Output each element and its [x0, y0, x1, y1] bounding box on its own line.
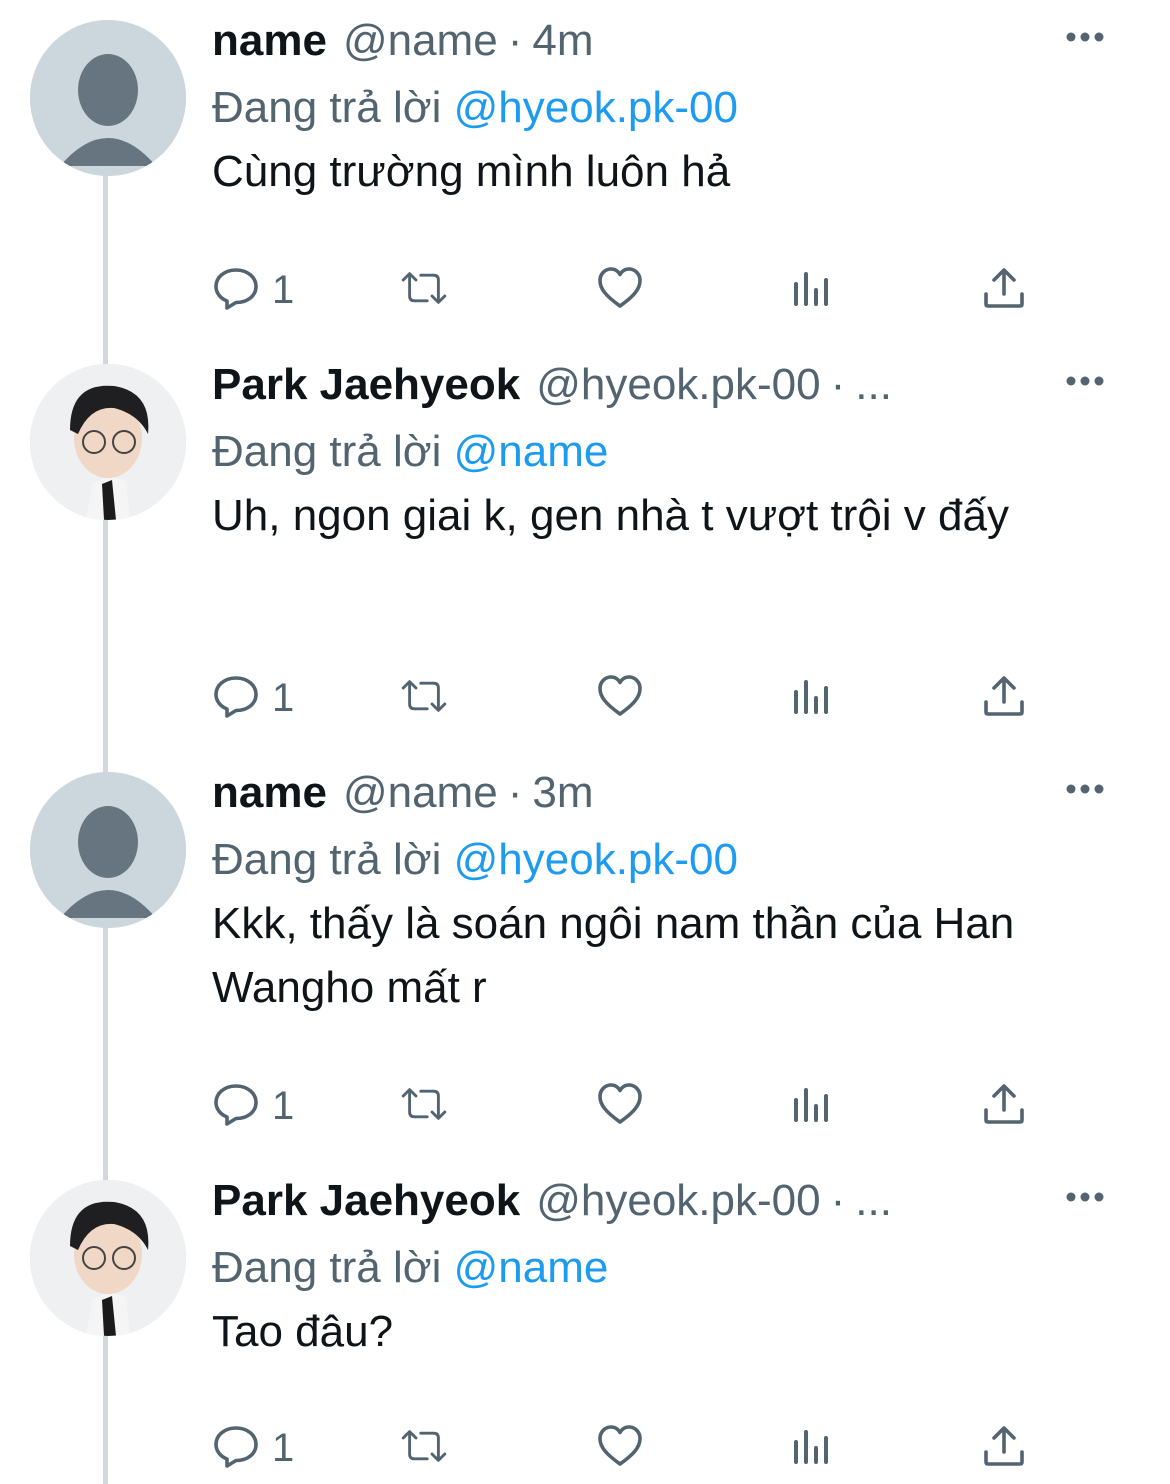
retweet-icon: [400, 672, 448, 725]
analytics-button[interactable]: [788, 668, 836, 728]
replying-to: Đang trả lời @name: [212, 420, 1130, 484]
analytics-icon: [788, 264, 836, 317]
separator: ·: [830, 1176, 846, 1225]
reply-count: 1: [272, 1425, 295, 1470]
replying-to-label: Đang trả lời: [212, 83, 442, 132]
display-name[interactable]: Park Jaehyeok: [212, 1166, 520, 1236]
like-button[interactable]: [596, 260, 644, 320]
mention-link[interactable]: @name: [454, 1243, 609, 1292]
reply-count: 1: [272, 267, 295, 312]
tweet-text: Kkk, thấy là soán ngôi nam thần của Han …: [212, 899, 1015, 1012]
share-icon: [980, 1080, 1028, 1133]
reply-button[interactable]: 1: [212, 260, 294, 320]
display-name[interactable]: Park Jaehyeok: [212, 350, 520, 420]
retweet-icon: [400, 1080, 448, 1133]
reply-count: 1: [272, 675, 295, 720]
display-name[interactable]: name: [212, 758, 327, 828]
retweet-button[interactable]: [400, 1418, 448, 1478]
timestamp[interactable]: 4m: [532, 6, 593, 76]
like-icon: [596, 672, 644, 725]
retweet-button[interactable]: [400, 1076, 448, 1136]
more-icon[interactable]: [1062, 766, 1108, 812]
tweet-actions: 1: [212, 260, 1062, 320]
reply-icon: [212, 1422, 260, 1475]
reply-count: 1: [272, 1083, 295, 1128]
user-handle[interactable]: @name: [343, 6, 498, 76]
retweet-button[interactable]: [400, 668, 448, 728]
analytics-button[interactable]: [788, 1418, 836, 1478]
tweet-content: name @name · 3m Đang trả lời @hyeok.pk-0…: [212, 768, 1130, 1020]
tweet-content: Park Jaehyeok @hyeok.pk-00 · ... Đang tr…: [212, 360, 1130, 548]
default-avatar[interactable]: [30, 20, 186, 176]
like-button[interactable]: [596, 1076, 644, 1136]
user-handle[interactable]: @hyeok.pk-00: [536, 1166, 820, 1236]
tweet-header: Park Jaehyeok @hyeok.pk-00 · ...: [212, 350, 1130, 420]
timestamp[interactable]: 3m: [532, 758, 593, 828]
reply-icon: [212, 1080, 260, 1133]
tweet-text: Cùng trường mình luôn hả: [212, 147, 731, 196]
display-name[interactable]: name: [212, 6, 327, 76]
tweet-actions: 1: [212, 1076, 1062, 1136]
like-icon: [596, 264, 644, 317]
mention-link[interactable]: @name: [454, 427, 609, 476]
analytics-icon: [788, 1422, 836, 1475]
tweet-header: name @name · 3m: [212, 758, 1130, 828]
share-button[interactable]: [980, 668, 1028, 728]
tweet-content: Park Jaehyeok @hyeok.pk-00 · ... Đang tr…: [212, 1176, 1130, 1364]
tweet-header: name @name · 4m: [212, 6, 1130, 76]
timestamp[interactable]: ...: [855, 350, 892, 420]
like-button[interactable]: [596, 1418, 644, 1478]
retweet-button[interactable]: [400, 260, 448, 320]
more-icon[interactable]: [1062, 358, 1108, 404]
separator: ·: [507, 768, 523, 817]
like-button[interactable]: [596, 668, 644, 728]
default-avatar[interactable]: [30, 772, 186, 928]
tweet-actions: 1: [212, 1418, 1062, 1478]
reply-icon: [212, 672, 260, 725]
analytics-icon: [788, 672, 836, 725]
reply-button[interactable]: 1: [212, 1418, 294, 1478]
retweet-icon: [400, 264, 448, 317]
like-icon: [596, 1422, 644, 1475]
analytics-button[interactable]: [788, 1076, 836, 1136]
more-icon[interactable]: [1062, 14, 1108, 60]
retweet-icon: [400, 1422, 448, 1475]
photo-avatar[interactable]: [30, 364, 186, 520]
reply-button[interactable]: 1: [212, 1076, 294, 1136]
more-icon[interactable]: [1062, 1174, 1108, 1220]
share-button[interactable]: [980, 1418, 1028, 1478]
user-handle[interactable]: @name: [343, 758, 498, 828]
analytics-icon: [788, 1080, 836, 1133]
photo-avatar[interactable]: [30, 1180, 186, 1336]
separator: ·: [507, 16, 523, 65]
replying-to-label: Đang trả lời: [212, 427, 442, 476]
separator: ·: [830, 360, 846, 409]
share-button[interactable]: [980, 260, 1028, 320]
mention-link[interactable]: @hyeok.pk-00: [454, 835, 738, 884]
replying-to: Đang trả lời @name: [212, 1236, 1130, 1300]
share-icon: [980, 672, 1028, 725]
tweet-text: Uh, ngon giai k, gen nhà t vượt trội v đ…: [212, 491, 1009, 540]
share-icon: [980, 1422, 1028, 1475]
timestamp[interactable]: ...: [855, 1166, 892, 1236]
analytics-button[interactable]: [788, 260, 836, 320]
replying-to: Đang trả lời @hyeok.pk-00: [212, 828, 1130, 892]
mention-link[interactable]: @hyeok.pk-00: [454, 83, 738, 132]
tweet-header: Park Jaehyeok @hyeok.pk-00 · ...: [212, 1166, 1130, 1236]
tweet-actions: 1: [212, 668, 1062, 728]
share-icon: [980, 264, 1028, 317]
reply-button[interactable]: 1: [212, 668, 294, 728]
tweet-content: name @name · 4m Đang trả lời @hyeok.pk-0…: [212, 16, 1130, 204]
replying-to-label: Đang trả lời: [212, 1243, 442, 1292]
like-icon: [596, 1080, 644, 1133]
replying-to-label: Đang trả lời: [212, 835, 442, 884]
replying-to: Đang trả lời @hyeok.pk-00: [212, 76, 1130, 140]
reply-icon: [212, 264, 260, 317]
tweet-text: Tao đâu?: [212, 1307, 394, 1356]
share-button[interactable]: [980, 1076, 1028, 1136]
user-handle[interactable]: @hyeok.pk-00: [536, 350, 820, 420]
